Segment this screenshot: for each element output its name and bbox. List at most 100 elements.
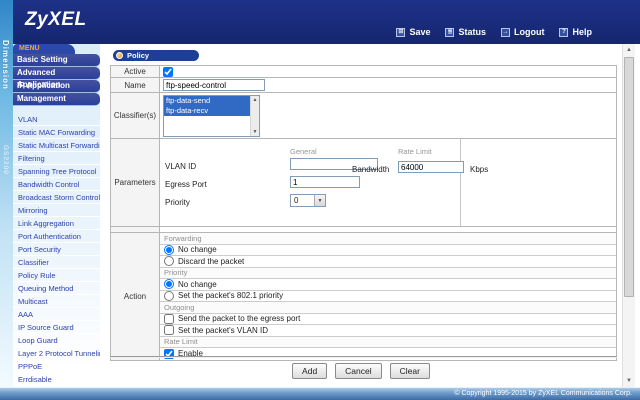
active-row: Active [110,65,617,78]
scrollbar-thumb[interactable] [624,57,634,297]
clear-button[interactable]: Clear [389,363,430,379]
sidebar-subitem-mirroring[interactable]: Mirroring [13,204,100,217]
bandwidth-input[interactable] [398,161,464,173]
action-option-row: No change [160,244,616,256]
sidebar-subitem-port-security[interactable]: Port Security [13,243,100,256]
scroll-up-icon[interactable]: ▲ [251,96,259,104]
sidebar-subitem-loop-guard[interactable]: Loop Guard [13,334,100,347]
action-option-label: Discard the packet [178,256,245,266]
bandwidth-label: Bandwidth [352,165,390,174]
divider [110,356,617,358]
zyxel-logo: ZyXEL [25,9,87,30]
action-option-label: Set the packet's 802.1 priority [178,291,284,301]
vertical-scrollbar[interactable]: ▲ ▼ [622,44,635,387]
action-checkbox-set-the-packet-s-vlan-id[interactable] [164,325,174,336]
button-row: Add Cancel Clear [100,363,622,379]
page-title-pill: Policy [113,50,199,61]
sidebar-submenu: VLAN Static MAC Forwarding Static Multicas… [13,113,108,386]
save-icon: ⊞ [396,27,406,37]
sidebar-subitem-multicast[interactable]: Multicast [13,295,100,308]
name-label: Name [111,78,160,92]
action-section-header: Forwarding [160,233,616,245]
egress-port-input[interactable] [290,176,360,188]
action-radio-no-change[interactable] [164,244,174,255]
sidebar-subitem-layer-2-protocol-tunneling[interactable]: Layer 2 Protocol Tunneling [13,347,107,360]
action-option-row: Send the packet to the egress port [160,313,616,325]
vlan-id-label: VLAN ID [165,162,197,171]
toplink-save[interactable]: ⊞ Save [396,27,430,37]
toplink-label: Save [409,27,431,37]
sidebar-subitem-spanning-tree-protocol[interactable]: Spanning Tree Protocol [13,165,100,178]
toplink-help[interactable]: ? Help [559,27,592,37]
sidebar-subitem-errdisable[interactable]: Errdisable [13,373,100,386]
action-radio-no-change[interactable] [164,279,174,290]
status-icon: ≣ [445,27,455,37]
rate-limit-header: Rate Limit [398,147,432,156]
action-radio-discard-the-packet[interactable] [164,256,174,267]
action-section-header: Outgoing [160,302,616,314]
add-button[interactable]: Add [292,363,328,379]
action-row: Action Forwarding No change Discard the pa… [110,233,617,361]
policy-dot-icon [116,52,123,59]
action-option-row: Discard the packet [160,256,616,268]
action-option-label: Set the packet's VLAN ID [178,325,269,335]
sidebar-subitem-port-authentication[interactable]: Port Authentication [13,230,100,243]
sidebar-subitem-policy-rule[interactable]: Policy Rule [13,269,100,282]
sidebar-subitem-link-aggregation[interactable]: Link Aggregation [13,217,100,230]
cancel-button[interactable]: Cancel [335,363,382,379]
name-row: Name [110,78,617,93]
active-checkbox[interactable] [163,67,173,77]
action-checkbox-send-the-packet-to-the-egress-port[interactable] [164,313,174,324]
page-title: Policy [127,51,150,60]
classifiers-row: Classifier(s) ftp-data-send ftp-data-recv… [110,93,617,139]
logout-icon: → [500,27,510,37]
copyright-text: © Copyright 1995-2015 by ZyXEL Communica… [454,390,632,397]
main-content: Policy Active Name Classifier(s) ftp-dat… [100,44,622,387]
top-banner: ZyXEL ⊞ Save ≣ Status → Logout ? Help [0,0,640,44]
scroll-down-icon[interactable]: ▼ [623,375,635,387]
sidebar-item-advanced-application[interactable]: Advanced Application [13,67,100,89]
sidebar-subitem-static-mac-forwarding[interactable]: Static MAC Forwarding [13,126,100,139]
action-option-row: Set the packet's 802.1 priority [160,290,616,302]
sidebar-main-items: Basic SettingAdvanced ApplicationIP Appl… [13,54,100,106]
action-section-header: Priority [160,267,616,279]
classifier-option[interactable]: ftp-data-send [164,96,250,106]
classifier-listbox[interactable]: ftp-data-send ftp-data-recv ▲ ▼ [163,95,260,137]
policy-form: Active Name Classifier(s) ftp-data-sendf… [110,65,617,361]
listbox-scrollbar[interactable]: ▲ ▼ [250,96,259,136]
sidebar-subitem-aaa[interactable]: AAA [13,308,100,321]
egress-port-label: Egress Port [165,180,207,189]
model-label: GS2200 [2,145,9,175]
priority-selected-value: 0 [294,196,299,205]
classifiers-label: Classifier(s) [111,93,160,138]
sidebar-item-management[interactable]: Management [13,93,100,106]
sidebar-subitem-static-multicast-forwarding[interactable]: Static Multicast Forwarding [13,139,108,152]
sidebar-item-basic-setting[interactable]: Basic Setting [13,54,100,67]
name-input[interactable] [163,79,265,91]
menu-title: MENU [13,44,75,54]
action-option-label: Send the packet to the egress port [178,314,301,324]
sidebar-subitem-ip-source-guard[interactable]: IP Source Guard [13,321,100,334]
parameters-row: Parameters General VLAN ID Egress Port P… [110,139,617,227]
footer: © Copyright 1995-2015 by ZyXEL Communica… [0,387,640,400]
toplink-status[interactable]: ≣ Status [445,27,486,37]
sidebar-subitem-pppoe[interactable]: PPPoE [13,360,100,373]
sidebar-subitem-broadcast-storm-control[interactable]: Broadcast Storm Control [13,191,100,204]
toplink-label: Logout [513,27,545,37]
sidebar-subitem-vlan[interactable]: VLAN [13,113,100,126]
priority-select[interactable]: 0 ▼ [290,194,326,207]
action-radio-set-the-packet-s-802-1-priority[interactable] [164,290,174,301]
action-option-row: No change [160,279,616,291]
action-option-label: No change [178,245,217,255]
product-strip: Dimension GS2200 [0,0,13,387]
classifier-option[interactable]: ftp-data-recv [164,106,250,116]
scroll-down-icon[interactable]: ▼ [251,128,259,136]
sidebar-subitem-classifier[interactable]: Classifier [13,256,100,269]
toplink-logout[interactable]: → Logout [500,27,545,37]
sidebar: MENU Basic SettingAdvanced ApplicationIP… [13,44,108,387]
sidebar-subitem-bandwidth-control[interactable]: Bandwidth Control [13,178,100,191]
sidebar-subitem-filtering[interactable]: Filtering [13,152,100,165]
scroll-up-icon[interactable]: ▲ [623,44,635,56]
sidebar-item-ip-application[interactable]: IP Application [13,80,100,93]
sidebar-subitem-queuing-method[interactable]: Queuing Method [13,282,100,295]
